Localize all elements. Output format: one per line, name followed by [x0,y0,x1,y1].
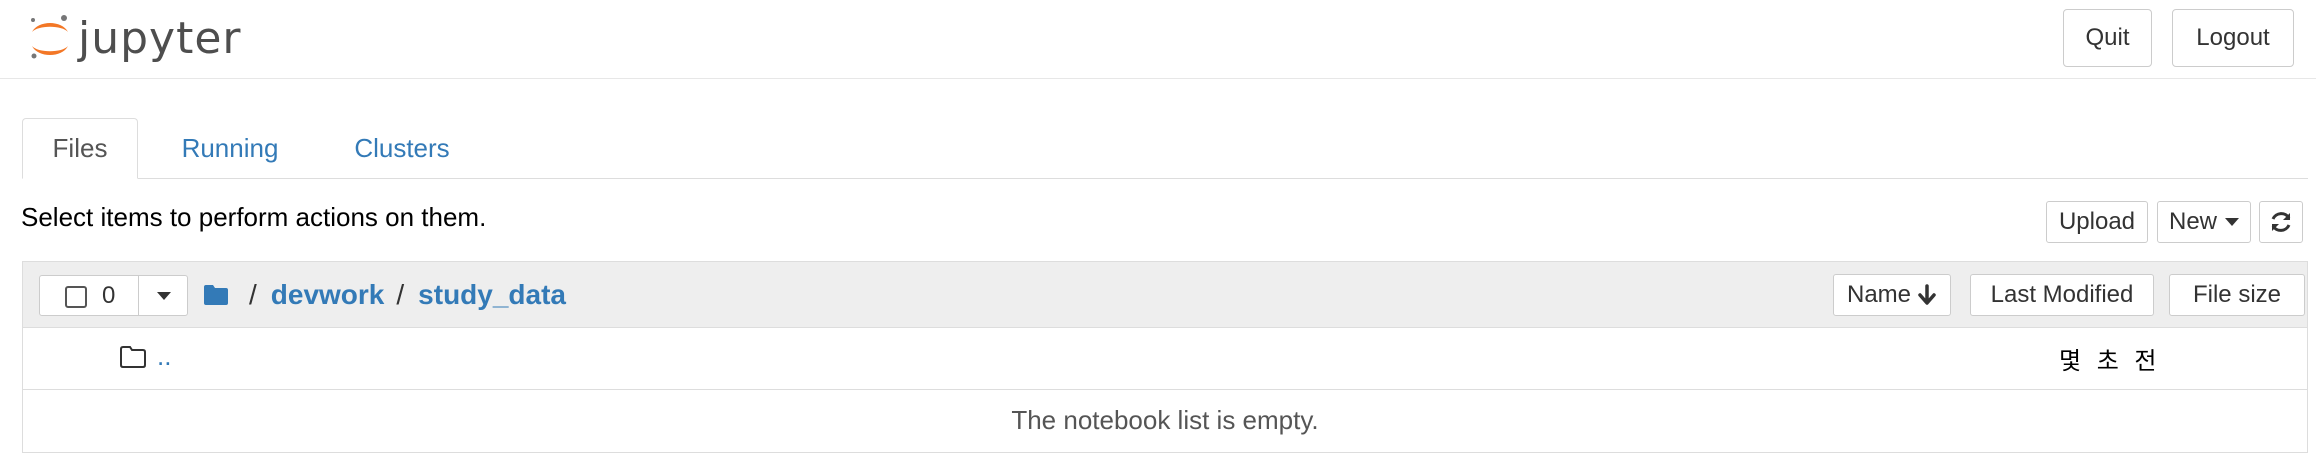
selected-count: 0 [102,282,116,309]
logo-text: jupyter [78,12,242,64]
breadcrumb-link-study-data[interactable]: study_data [418,279,566,311]
new-button-label: New [2168,208,2217,235]
list-item[interactable]: .. 몇 초 전 [23,327,2307,390]
logout-button[interactable]: Logout [2172,9,2294,67]
upload-button[interactable]: Upload [2046,201,2148,243]
folder-outline-icon [120,346,146,368]
new-dropdown-button[interactable]: New [2157,201,2251,243]
header-bar: jupyter Quit Logout [0,0,2316,79]
select-all-group[interactable]: 0 [39,275,188,316]
jupyter-logo-icon [31,15,68,59]
list-header: 0 / devwork / study_data Name Last Modif… [23,262,2307,328]
breadcrumb-link-devwork[interactable]: devwork [271,279,385,311]
last-modified-value: 몇 초 전 [2059,347,2161,375]
refresh-button[interactable] [2259,201,2303,243]
sort-by-file-size-button[interactable]: File size [2169,274,2305,316]
tab-clusters[interactable]: Clusters [322,118,482,178]
instructions-text: Select items to perform actions on them. [21,202,487,232]
breadcrumb: / devwork / study_data [203,275,566,315]
arrow-down-icon [1918,284,1936,305]
quit-button[interactable]: Quit [2063,9,2152,67]
notebook-list: 0 / devwork / study_data Name Last Modif… [22,261,2308,453]
breadcrumb-separator: / [249,279,257,310]
sort-name-label: Name [1846,281,1912,308]
empty-list-message: The notebook list is empty. [1011,405,1319,435]
folder-icon[interactable] [203,284,229,306]
tab-running[interactable]: Running [152,118,308,178]
tab-files[interactable]: Files [22,118,138,179]
breadcrumb-separator: / [396,279,405,310]
caret-down-icon [2225,218,2239,226]
tab-bar: Files Running Clusters [22,118,2308,179]
parent-directory-link[interactable]: .. [157,341,171,372]
caret-down-icon [156,291,171,300]
sort-by-name-button[interactable]: Name [1833,274,1951,316]
select-menu-button[interactable] [139,276,188,315]
sort-by-last-modified-button[interactable]: Last Modified [1970,274,2154,316]
refresh-icon [2271,212,2291,232]
jupyter-logo[interactable]: jupyter [28,8,242,68]
select-all-checkbox[interactable] [65,286,87,308]
